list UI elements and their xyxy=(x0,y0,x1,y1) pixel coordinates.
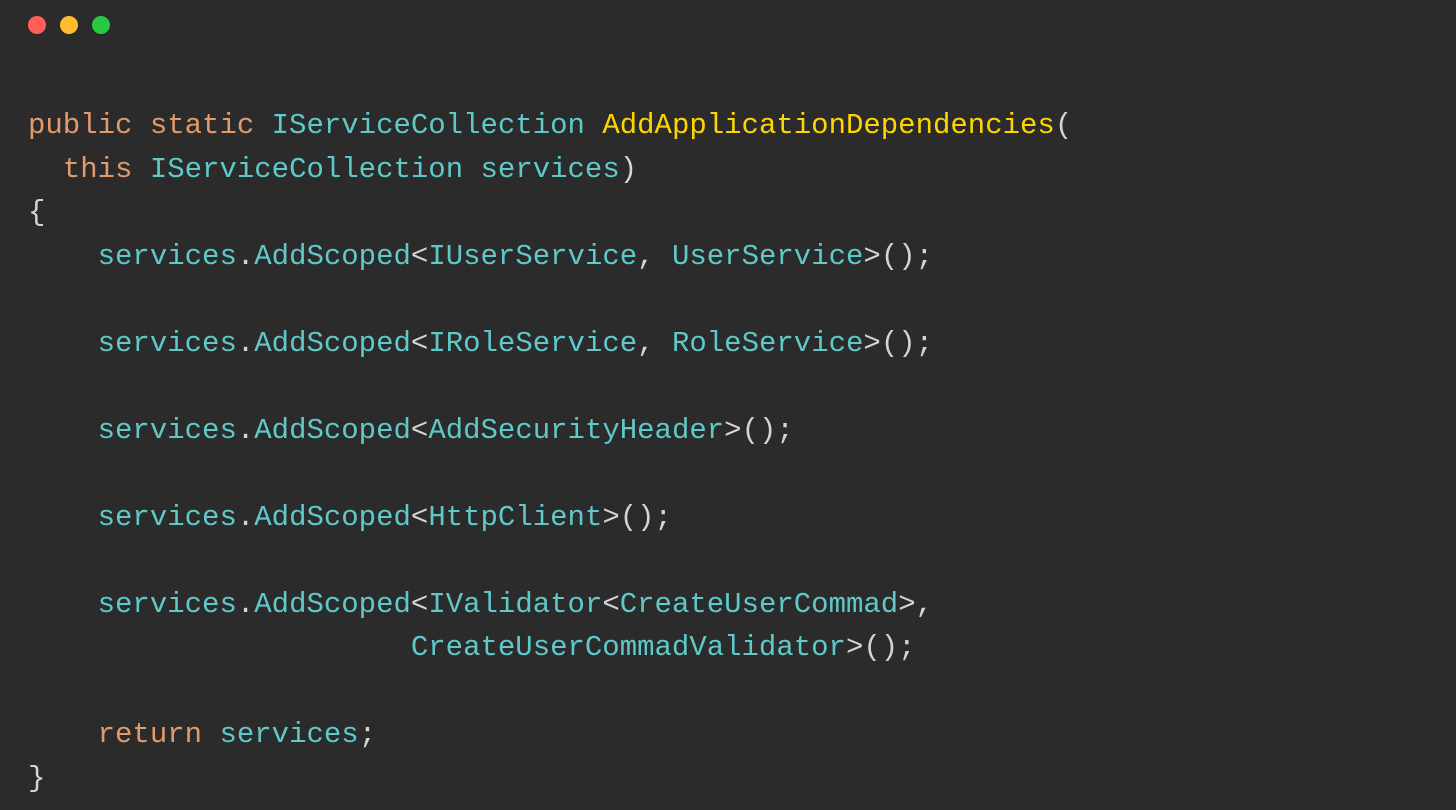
maximize-icon[interactable] xyxy=(92,16,110,34)
indent xyxy=(28,240,98,273)
minimize-icon[interactable] xyxy=(60,16,78,34)
dot: . xyxy=(237,414,254,447)
comma: , xyxy=(637,240,672,273)
dot: . xyxy=(237,240,254,273)
generic-type-1: IRoleService xyxy=(428,327,637,360)
generic-type-2: RoleService xyxy=(672,327,863,360)
indent xyxy=(28,718,98,751)
less-than: < xyxy=(411,414,428,447)
dot: . xyxy=(237,327,254,360)
open-brace: { xyxy=(28,196,45,229)
less-than: < xyxy=(411,588,428,621)
addscoped-method: AddScoped xyxy=(254,588,411,621)
return-type: IServiceCollection xyxy=(272,109,585,142)
param-type: IServiceCollection xyxy=(150,153,463,186)
code-line-2: this IServiceCollection services) xyxy=(28,148,1428,192)
services-var: services xyxy=(98,501,237,534)
indent xyxy=(28,631,411,664)
greater-than: > xyxy=(602,501,619,534)
code-line-15: return services; xyxy=(28,713,1428,757)
greater-than-nested: > xyxy=(898,588,915,621)
code-line-12: services.AddScoped<IValidator<CreateUser… xyxy=(28,583,1428,627)
code-window: public static IServiceCollection AddAppl… xyxy=(0,0,1456,810)
call-end: (); xyxy=(881,240,933,273)
call-end: (); xyxy=(742,414,794,447)
code-line-3: { xyxy=(28,191,1428,235)
code-line-6: services.AddScoped<IRoleService, RoleSer… xyxy=(28,322,1428,366)
keyword-static: static xyxy=(150,109,254,142)
greater-than: > xyxy=(863,240,880,273)
param-name: services xyxy=(481,153,620,186)
close-icon[interactable] xyxy=(28,16,46,34)
code-editor: public static IServiceCollection AddAppl… xyxy=(0,50,1456,800)
code-line-16: } xyxy=(28,757,1428,801)
indent xyxy=(28,327,98,360)
keyword-this: this xyxy=(63,153,133,186)
dot: . xyxy=(237,501,254,534)
open-paren: ( xyxy=(1055,109,1072,142)
services-var: services xyxy=(98,588,237,621)
close-paren: ) xyxy=(620,153,637,186)
call-end: (); xyxy=(863,631,915,664)
indent xyxy=(28,501,98,534)
generic-type-2: CreateUserCommadValidator xyxy=(411,631,846,664)
blank-line xyxy=(28,278,1428,322)
greater-than: > xyxy=(724,414,741,447)
indent xyxy=(28,414,98,447)
method-name: AddApplicationDependencies xyxy=(602,109,1054,142)
keyword-public: public xyxy=(28,109,132,142)
generic-type-1: IUserService xyxy=(428,240,637,273)
generic-type-2: UserService xyxy=(672,240,863,273)
code-line-4: services.AddScoped<IUserService, UserSer… xyxy=(28,235,1428,279)
less-than: < xyxy=(411,501,428,534)
generic-type-nested: CreateUserCommad xyxy=(620,588,898,621)
return-var: services xyxy=(219,718,358,751)
close-brace: } xyxy=(28,762,45,795)
addscoped-method: AddScoped xyxy=(254,414,411,447)
addscoped-method: AddScoped xyxy=(254,240,411,273)
generic-type-1: AddSecurityHeader xyxy=(428,414,724,447)
services-var: services xyxy=(98,414,237,447)
addscoped-method: AddScoped xyxy=(254,501,411,534)
greater-than: > xyxy=(846,631,863,664)
dot: . xyxy=(237,588,254,621)
call-end: (); xyxy=(881,327,933,360)
semicolon: ; xyxy=(359,718,376,751)
code-line-10: services.AddScoped<HttpClient>(); xyxy=(28,496,1428,540)
blank-line xyxy=(28,452,1428,496)
call-end: (); xyxy=(620,501,672,534)
services-var: services xyxy=(98,240,237,273)
generic-type-1: HttpClient xyxy=(428,501,602,534)
comma: , xyxy=(916,588,933,621)
space xyxy=(202,718,219,751)
comma: , xyxy=(637,327,672,360)
blank-line xyxy=(28,539,1428,583)
titlebar xyxy=(0,0,1456,50)
addscoped-method: AddScoped xyxy=(254,327,411,360)
code-line-13: CreateUserCommadValidator>(); xyxy=(28,626,1428,670)
less-than-nested: < xyxy=(602,588,619,621)
keyword-return: return xyxy=(98,718,202,751)
services-var: services xyxy=(98,327,237,360)
generic-type-1: IValidator xyxy=(428,588,602,621)
indent xyxy=(28,153,63,186)
greater-than: > xyxy=(863,327,880,360)
less-than: < xyxy=(411,240,428,273)
code-line-8: services.AddScoped<AddSecurityHeader>(); xyxy=(28,409,1428,453)
less-than: < xyxy=(411,327,428,360)
blank-line xyxy=(28,365,1428,409)
code-line-1: public static IServiceCollection AddAppl… xyxy=(28,104,1428,148)
blank-line xyxy=(28,670,1428,714)
indent xyxy=(28,588,98,621)
